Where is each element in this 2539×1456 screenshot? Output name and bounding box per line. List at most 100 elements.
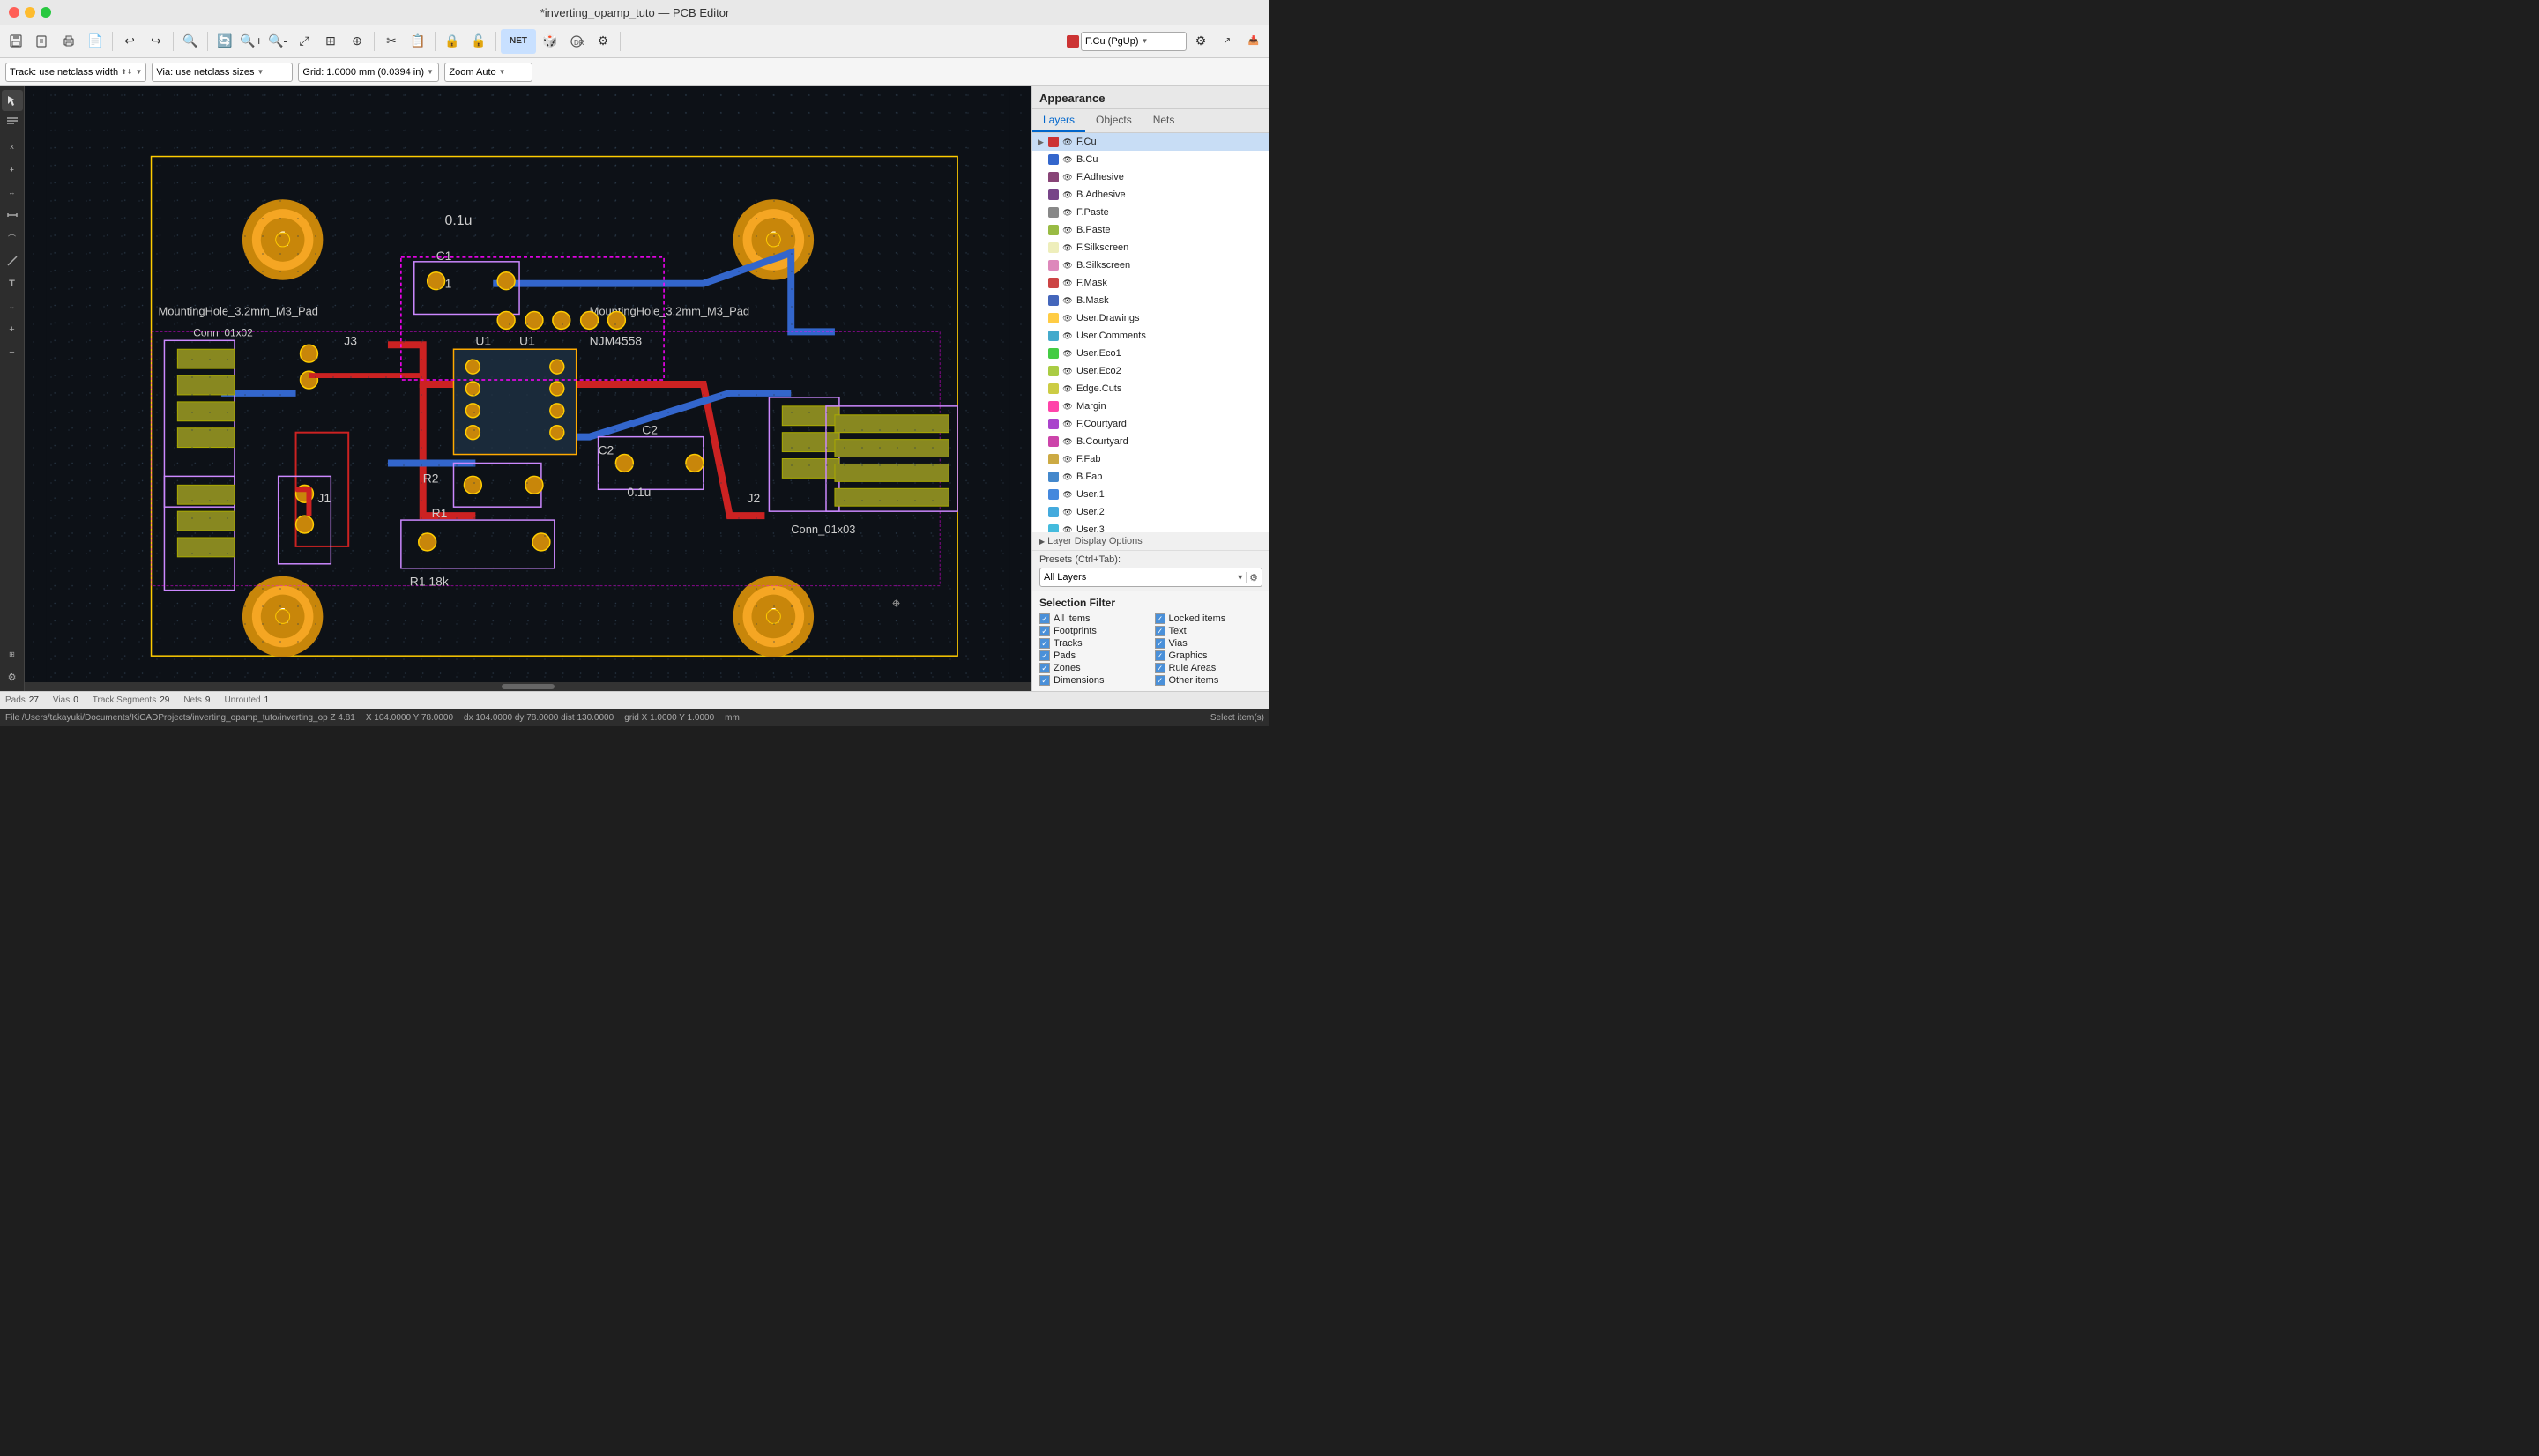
layer-select[interactable]: F.Cu (PgUp) ▼: [1081, 32, 1187, 51]
new-button[interactable]: [30, 29, 55, 54]
ruler-tool[interactable]: [2, 204, 23, 226]
route-button[interactable]: ↗: [1215, 29, 1240, 54]
grid-tool[interactable]: ⊞: [2, 643, 23, 665]
cut-button[interactable]: ✂: [379, 29, 404, 54]
tab-objects[interactable]: Objects: [1085, 109, 1143, 132]
layer-item-f-paste[interactable]: 👁 F.Paste: [1032, 204, 1270, 221]
layer-item-f-mask[interactable]: 👁 F.Mask: [1032, 274, 1270, 292]
via-select[interactable]: Via: use netclass sizes ▼: [152, 63, 293, 82]
add-via-tool[interactable]: +: [2, 159, 23, 180]
zoom-out-button[interactable]: 🔍-: [265, 29, 290, 54]
3d-view-button[interactable]: 🎲: [538, 29, 562, 54]
zoom-in-button[interactable]: 🔍+: [239, 29, 264, 54]
sf-item-text[interactable]: ✓ Text: [1155, 626, 1263, 636]
save-button[interactable]: [4, 29, 28, 54]
presets-settings-icon[interactable]: ⚙: [1246, 572, 1258, 583]
layer-item-f-adhesive[interactable]: 👁 F.Adhesive: [1032, 168, 1270, 186]
sf-item-pads[interactable]: ✓ Pads: [1039, 650, 1148, 661]
layer-item-b-paste[interactable]: 👁 B.Paste: [1032, 221, 1270, 239]
layer-visibility-icon[interactable]: 👁: [1062, 313, 1073, 323]
layer-item-b-courtyard[interactable]: 👁 B.Courtyard: [1032, 433, 1270, 450]
close-button[interactable]: [9, 7, 19, 18]
sf-item-zones[interactable]: ✓ Zones: [1039, 663, 1148, 673]
layer-visibility-icon[interactable]: 👁: [1062, 454, 1073, 464]
add-text-tool[interactable]: T: [2, 273, 23, 294]
sf-checkbox-3[interactable]: ✓: [1155, 626, 1165, 636]
layer-visibility-icon[interactable]: 👁: [1062, 260, 1073, 271]
layer-item-b-silkscreen[interactable]: 👁 B.Silkscreen: [1032, 256, 1270, 274]
layer-visibility-icon[interactable]: 👁: [1062, 242, 1073, 253]
layer-item-user-eco1[interactable]: 👁 User.Eco1: [1032, 345, 1270, 362]
layer-item-user-1[interactable]: 👁 User.1: [1032, 486, 1270, 503]
layer-visibility-icon[interactable]: 👁: [1062, 419, 1073, 429]
gerber-button[interactable]: 📄: [83, 29, 108, 54]
layer-item-user-comments[interactable]: 👁 User.Comments: [1032, 327, 1270, 345]
zoom-out-tool[interactable]: −: [2, 342, 23, 363]
sf-checkbox-7[interactable]: ✓: [1155, 650, 1165, 661]
find-button[interactable]: 🔍: [178, 29, 203, 54]
layer-visibility-icon[interactable]: 👁: [1062, 348, 1073, 359]
refresh-button[interactable]: 🔄: [212, 29, 237, 54]
layer-visibility-icon[interactable]: 👁: [1062, 401, 1073, 412]
minimize-button[interactable]: [25, 7, 35, 18]
sf-checkbox-11[interactable]: ✓: [1155, 675, 1165, 686]
zoom-fit-button[interactable]: ⤢: [292, 29, 316, 54]
zoom-in-tool[interactable]: +: [2, 319, 23, 340]
sf-item-all-items[interactable]: ✓ All items: [1039, 613, 1148, 624]
layer-item-user-eco2[interactable]: 👁 User.Eco2: [1032, 362, 1270, 380]
layer-item-f-silkscreen[interactable]: 👁 F.Silkscreen: [1032, 239, 1270, 256]
layer-item-edge-cuts[interactable]: 👁 Edge.Cuts: [1032, 380, 1270, 397]
route-track-tool[interactable]: x: [2, 136, 23, 157]
tab-layers[interactable]: Layers: [1032, 109, 1085, 132]
sf-item-locked-items[interactable]: ✓ Locked items: [1155, 613, 1263, 624]
drc-button[interactable]: DRC: [564, 29, 589, 54]
layer-item-b-mask[interactable]: 👁 B.Mask: [1032, 292, 1270, 309]
undo-button[interactable]: ↩: [117, 29, 142, 54]
layer-visibility-icon[interactable]: 👁: [1062, 383, 1073, 394]
layer-visibility-icon[interactable]: 👁: [1062, 189, 1073, 200]
layer-visibility-icon[interactable]: 👁: [1062, 137, 1073, 147]
layer-visibility-icon[interactable]: 👁: [1062, 366, 1073, 376]
layer-item-margin[interactable]: 👁 Margin: [1032, 397, 1270, 415]
print-button[interactable]: [56, 29, 81, 54]
layer-item-b-cu[interactable]: 👁 B.Cu: [1032, 151, 1270, 168]
inspect-tool[interactable]: [2, 113, 23, 134]
select-tool[interactable]: [2, 90, 23, 111]
sf-item-footprints[interactable]: ✓ Footprints: [1039, 626, 1148, 636]
zoom-center-button[interactable]: ⊕: [345, 29, 369, 54]
sf-checkbox-6[interactable]: ✓: [1039, 650, 1050, 661]
copy-button[interactable]: 📋: [406, 29, 430, 54]
layer-visibility-icon[interactable]: 👁: [1062, 278, 1073, 288]
layer-visibility-icon[interactable]: 👁: [1062, 507, 1073, 517]
pcb-canvas[interactable]: 1 1 1 1 MountingHole_3.2mm_M3_Pad: [25, 86, 1031, 682]
layer-item-user-3[interactable]: 👁 User.3: [1032, 521, 1270, 532]
add-dim-tool[interactable]: ⇔: [2, 296, 23, 317]
sf-checkbox-8[interactable]: ✓: [1039, 663, 1050, 673]
layer-visibility-icon[interactable]: 👁: [1062, 172, 1073, 182]
layer-visibility-icon[interactable]: 👁: [1062, 472, 1073, 482]
sf-item-other-items[interactable]: ✓ Other items: [1155, 675, 1263, 686]
settings-tool[interactable]: ⚙: [2, 666, 23, 687]
canvas-scrollbar-thumb[interactable]: [502, 684, 555, 689]
sf-checkbox-1[interactable]: ✓: [1155, 613, 1165, 624]
layer-item-f-cu[interactable]: ▶ 👁 F.Cu: [1032, 133, 1270, 151]
add-arc-tool[interactable]: ⌒: [2, 227, 23, 249]
redo-button[interactable]: ↪: [144, 29, 168, 54]
layer-visibility-icon[interactable]: 👁: [1062, 154, 1073, 165]
netlist-button[interactable]: 📥: [1241, 29, 1266, 54]
sf-item-graphics[interactable]: ✓ Graphics: [1155, 650, 1263, 661]
layer-item-user-2[interactable]: 👁 User.2: [1032, 503, 1270, 521]
sf-item-dimensions[interactable]: ✓ Dimensions: [1039, 675, 1148, 686]
sf-item-rule-areas[interactable]: ✓ Rule Areas: [1155, 663, 1263, 673]
lock-button[interactable]: 🔒: [440, 29, 465, 54]
zoom-select[interactable]: Zoom Auto ▼: [444, 63, 532, 82]
sf-checkbox-9[interactable]: ✓: [1155, 663, 1165, 673]
canvas-scrollbar[interactable]: [25, 682, 1031, 691]
maximize-button[interactable]: [41, 7, 51, 18]
layer-settings-button[interactable]: ⚙: [1188, 29, 1213, 54]
layer-visibility-icon[interactable]: 👁: [1062, 207, 1073, 218]
sf-checkbox-0[interactable]: ✓: [1039, 613, 1050, 624]
sf-item-tracks[interactable]: ✓ Tracks: [1039, 638, 1148, 649]
sf-item-vias[interactable]: ✓ Vias: [1155, 638, 1263, 649]
layer-item-f-fab[interactable]: 👁 F.Fab: [1032, 450, 1270, 468]
